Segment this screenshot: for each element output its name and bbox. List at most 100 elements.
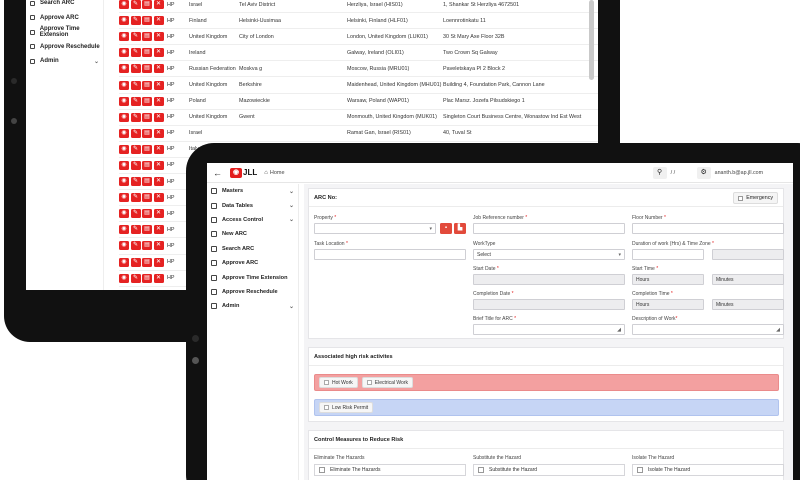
edit-icon[interactable]: ✎ bbox=[130, 16, 141, 26]
sidebar-item-approve-reschedule[interactable]: Approve Reschedule bbox=[207, 285, 298, 299]
copy-icon[interactable]: ▤ bbox=[142, 160, 152, 170]
view-icon[interactable]: ◉ bbox=[119, 209, 129, 219]
delete-icon[interactable]: ✕ bbox=[153, 160, 164, 170]
task-location-input[interactable] bbox=[314, 249, 466, 260]
sidebar-item-admin[interactable]: Admin ⌄ bbox=[26, 54, 103, 69]
start-date-input[interactable] bbox=[473, 274, 625, 285]
edit-icon[interactable]: ✎ bbox=[130, 112, 141, 122]
edit-icon[interactable]: ✎ bbox=[130, 80, 141, 90]
worktype-select[interactable]: Select ▾ bbox=[473, 249, 625, 260]
sidebar-item-admin[interactable]: Admin ⌄ bbox=[207, 299, 298, 313]
delete-icon[interactable]: ✕ bbox=[153, 32, 164, 42]
delete-icon[interactable]: ✕ bbox=[153, 64, 164, 74]
edit-icon[interactable]: ✎ bbox=[130, 177, 141, 187]
control-option[interactable]: Isolate The Hazard bbox=[632, 464, 784, 476]
timezone-input[interactable] bbox=[712, 249, 784, 260]
delete-icon[interactable]: ✕ bbox=[153, 128, 164, 138]
start-hours-input[interactable]: Hours bbox=[632, 274, 704, 285]
description-input[interactable]: ◢ bbox=[632, 324, 784, 335]
checkbox[interactable] bbox=[478, 467, 484, 473]
view-icon[interactable]: ◉ bbox=[119, 193, 129, 203]
edit-icon[interactable]: ✎ bbox=[130, 225, 141, 235]
sidebar-item-new-arc[interactable]: New ARC bbox=[207, 227, 298, 241]
sidebar-item-approve-time-extension[interactable]: Approve Time Extension bbox=[26, 25, 103, 40]
edit-icon[interactable]: ✎ bbox=[130, 32, 141, 42]
brief-title-input[interactable]: ◢ bbox=[473, 324, 625, 335]
copy-icon[interactable]: ▤ bbox=[142, 128, 152, 138]
property-add-button[interactable]: ▪ bbox=[440, 223, 452, 234]
view-icon[interactable]: ◉ bbox=[119, 257, 129, 267]
risk-chip-electrical-work[interactable]: Electrical Work bbox=[361, 377, 413, 388]
copy-icon[interactable]: ▤ bbox=[142, 32, 152, 42]
completion-minutes-input[interactable]: Minutes bbox=[712, 299, 784, 310]
delete-icon[interactable]: ✕ bbox=[153, 144, 164, 154]
copy-icon[interactable]: ▤ bbox=[142, 177, 152, 187]
risk-chip-hot-work[interactable]: Hot Work bbox=[319, 377, 358, 388]
checkbox[interactable] bbox=[319, 467, 325, 473]
copy-icon[interactable]: ▤ bbox=[142, 273, 152, 283]
location-pin-icon[interactable]: ⚲ bbox=[652, 167, 667, 179]
user-email[interactable]: ananth.b@ap.jll.com bbox=[715, 170, 763, 176]
jll-logo[interactable]: ◉ JLL bbox=[230, 167, 257, 178]
emergency-toggle[interactable]: Emergency bbox=[733, 192, 778, 204]
delete-icon[interactable]: ✕ bbox=[153, 16, 164, 26]
start-minutes-input[interactable]: Minutes bbox=[712, 274, 784, 285]
view-icon[interactable]: ◉ bbox=[119, 112, 129, 122]
edit-icon[interactable]: ✎ bbox=[130, 96, 141, 106]
back-scrollbar[interactable] bbox=[589, 0, 594, 80]
delete-icon[interactable]: ✕ bbox=[153, 193, 164, 203]
edit-icon[interactable]: ✎ bbox=[130, 144, 141, 154]
view-icon[interactable]: ◉ bbox=[119, 273, 129, 283]
edit-icon[interactable]: ✎ bbox=[130, 241, 141, 251]
copy-icon[interactable]: ▤ bbox=[142, 144, 152, 154]
view-icon[interactable]: ◉ bbox=[119, 64, 129, 74]
view-icon[interactable]: ◉ bbox=[119, 241, 129, 251]
view-icon[interactable]: ◉ bbox=[119, 0, 129, 10]
property-select[interactable]: ▾ bbox=[314, 223, 436, 234]
view-icon[interactable]: ◉ bbox=[119, 144, 129, 154]
checkbox[interactable] bbox=[366, 380, 372, 385]
copy-icon[interactable]: ▤ bbox=[142, 96, 152, 106]
back-arrow-icon[interactable]: ← bbox=[213, 168, 222, 178]
floor-input[interactable] bbox=[632, 223, 784, 234]
property-building-button[interactable]: ▙ bbox=[454, 223, 466, 234]
sidebar-item-search-arc[interactable]: Search ARC bbox=[26, 0, 103, 11]
edit-icon[interactable]: ✎ bbox=[130, 257, 141, 267]
completion-hours-input[interactable]: Hours bbox=[632, 299, 704, 310]
view-icon[interactable]: ◉ bbox=[119, 96, 129, 106]
sidebar-item-approve-arc[interactable]: Approve ARC bbox=[207, 256, 298, 270]
copy-icon[interactable]: ▤ bbox=[142, 241, 152, 251]
view-icon[interactable]: ◉ bbox=[119, 177, 129, 187]
sidebar-item-data-tables[interactable]: Data Tables ⌄ bbox=[207, 198, 298, 212]
view-icon[interactable]: ◉ bbox=[119, 160, 129, 170]
sidebar-item-approve-reschedule[interactable]: Approve Reschedule bbox=[26, 40, 103, 55]
sidebar-item-approve-arc[interactable]: Approve ARC bbox=[26, 11, 103, 26]
delete-icon[interactable]: ✕ bbox=[153, 273, 164, 283]
view-icon[interactable]: ◉ bbox=[119, 32, 129, 42]
view-icon[interactable]: ◉ bbox=[119, 225, 129, 235]
delete-icon[interactable]: ✕ bbox=[153, 0, 164, 10]
copy-icon[interactable]: ▤ bbox=[142, 80, 152, 90]
copy-icon[interactable]: ▤ bbox=[142, 257, 152, 267]
view-icon[interactable]: ◉ bbox=[119, 48, 129, 58]
view-icon[interactable]: ◉ bbox=[119, 80, 129, 90]
edit-icon[interactable]: ✎ bbox=[130, 48, 141, 58]
delete-icon[interactable]: ✕ bbox=[153, 48, 164, 58]
checkbox[interactable] bbox=[324, 405, 329, 410]
edit-icon[interactable]: ✎ bbox=[130, 128, 141, 138]
sidebar-item-search-arc[interactable]: Search ARC bbox=[207, 242, 298, 256]
copy-icon[interactable]: ▤ bbox=[142, 225, 152, 235]
copy-icon[interactable]: ▤ bbox=[142, 0, 152, 10]
job-ref-input[interactable] bbox=[473, 223, 625, 234]
delete-icon[interactable]: ✕ bbox=[153, 209, 164, 219]
emergency-checkbox[interactable] bbox=[738, 195, 744, 201]
delete-icon[interactable]: ✕ bbox=[153, 112, 164, 122]
edit-icon[interactable]: ✎ bbox=[130, 0, 141, 10]
home-icon[interactable]: ⌂ bbox=[264, 170, 268, 176]
duration-input[interactable] bbox=[632, 249, 704, 260]
view-icon[interactable]: ◉ bbox=[119, 128, 129, 138]
copy-icon[interactable]: ▤ bbox=[142, 64, 152, 74]
control-option[interactable]: Eliminate The Hazards bbox=[314, 464, 466, 476]
control-option[interactable]: Substitute the Hazard bbox=[473, 464, 625, 476]
edit-icon[interactable]: ✎ bbox=[130, 273, 141, 283]
